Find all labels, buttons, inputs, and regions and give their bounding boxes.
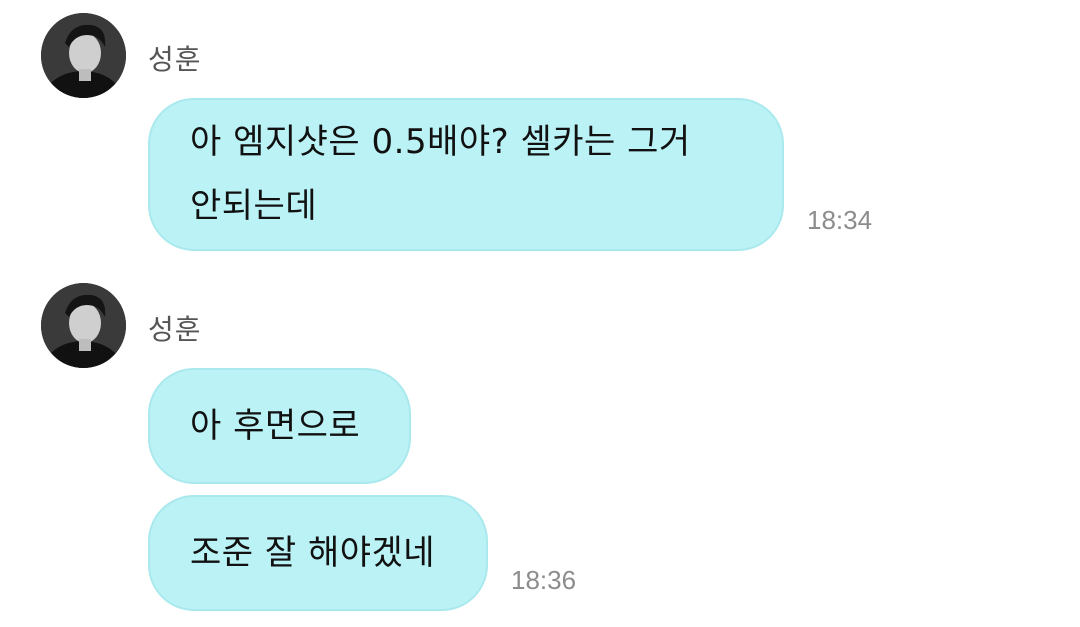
message-timestamp: 18:36: [511, 565, 577, 595]
message-text-line: 조준 잘 해야겠네: [190, 533, 436, 573]
message-bubble[interactable]: 조준 잘 해야겠네: [148, 495, 488, 611]
message-bubble[interactable]: 아 엠지샷은 0.5배야? 셀카는 그거 안되는데: [148, 98, 784, 251]
sender-name: 성훈: [148, 43, 202, 76]
sender-avatar[interactable]: [41, 13, 126, 98]
message-timestamp: 18:34: [807, 205, 873, 235]
chat-view: 성훈 아 엠지샷은 0.5배야? 셀카는 그거 안되는데 18:34 성훈 아 …: [0, 0, 1080, 627]
sender-avatar[interactable]: [41, 283, 126, 368]
sender-name: 성훈: [148, 313, 202, 346]
message-text-line: 안되는데: [190, 186, 318, 226]
profile-photo-icon: [41, 13, 126, 98]
message-bubble[interactable]: 아 후면으로: [148, 368, 411, 484]
message-text-line: 아 엠지샷은 0.5배야? 셀카는 그거: [190, 122, 691, 162]
profile-photo-icon: [41, 283, 126, 368]
message-text-line: 아 후면으로: [190, 406, 361, 446]
